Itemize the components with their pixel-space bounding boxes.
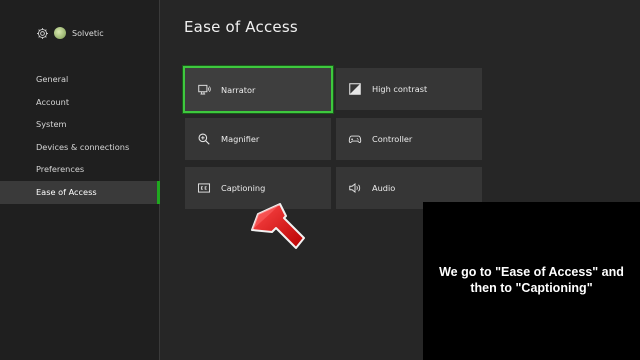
- sidebar-item-account[interactable]: Account: [0, 91, 160, 114]
- magnifier-icon: [198, 133, 210, 145]
- sidebar-item-label: Devices & connections: [36, 141, 130, 152]
- profile-bar[interactable]: Solvetic: [36, 25, 104, 41]
- gear-icon[interactable]: [36, 27, 49, 40]
- sidebar-item-label: Ease of Access: [36, 186, 97, 197]
- sidebar-item-label: Preferences: [36, 164, 85, 175]
- tile-label: High contrast: [372, 84, 428, 94]
- high-contrast-icon: [349, 83, 361, 95]
- narrator-tile[interactable]: Narrator: [183, 66, 333, 113]
- page-title: Ease of Access: [184, 18, 298, 36]
- sidebar-item-label: Account: [36, 96, 70, 107]
- controller-icon: [348, 135, 362, 143]
- narrator-icon: [198, 84, 211, 95]
- settings-nav: General Account System Devices & connect…: [0, 68, 160, 204]
- gamertag: Solvetic: [72, 28, 104, 38]
- tile-label: Audio: [372, 183, 396, 193]
- caption-overlay: We go to "Ease of Access" and then to "C…: [423, 202, 640, 360]
- tile-label: Captioning: [221, 183, 266, 193]
- sidebar-item-ease-of-access[interactable]: Ease of Access: [0, 180, 160, 204]
- overlay-caption: We go to "Ease of Access" and then to "C…: [439, 265, 624, 295]
- sidebar-item-label: General: [36, 74, 69, 84]
- high-contrast-tile[interactable]: High contrast: [336, 68, 482, 110]
- sidebar-item-general[interactable]: General: [0, 68, 160, 91]
- controller-tile[interactable]: Controller: [336, 118, 482, 160]
- audio-icon: [349, 182, 361, 194]
- tile-label: Magnifier: [221, 134, 260, 144]
- red-pointer-arrow-icon: [251, 203, 305, 249]
- sidebar-item-devices-connections[interactable]: Devices & connections: [0, 136, 160, 159]
- sidebar-item-label: System: [36, 119, 67, 130]
- tile-label: Controller: [372, 134, 413, 144]
- tile-label: Narrator: [221, 84, 256, 95]
- captioning-icon: [197, 183, 211, 193]
- sidebar-item-system[interactable]: System: [0, 113, 160, 136]
- sidebar: Solvetic General Account System Devices …: [0, 0, 160, 360]
- avatar[interactable]: [54, 27, 66, 39]
- magnifier-tile[interactable]: Magnifier: [185, 118, 331, 160]
- sidebar-item-preferences[interactable]: Preferences: [0, 158, 160, 181]
